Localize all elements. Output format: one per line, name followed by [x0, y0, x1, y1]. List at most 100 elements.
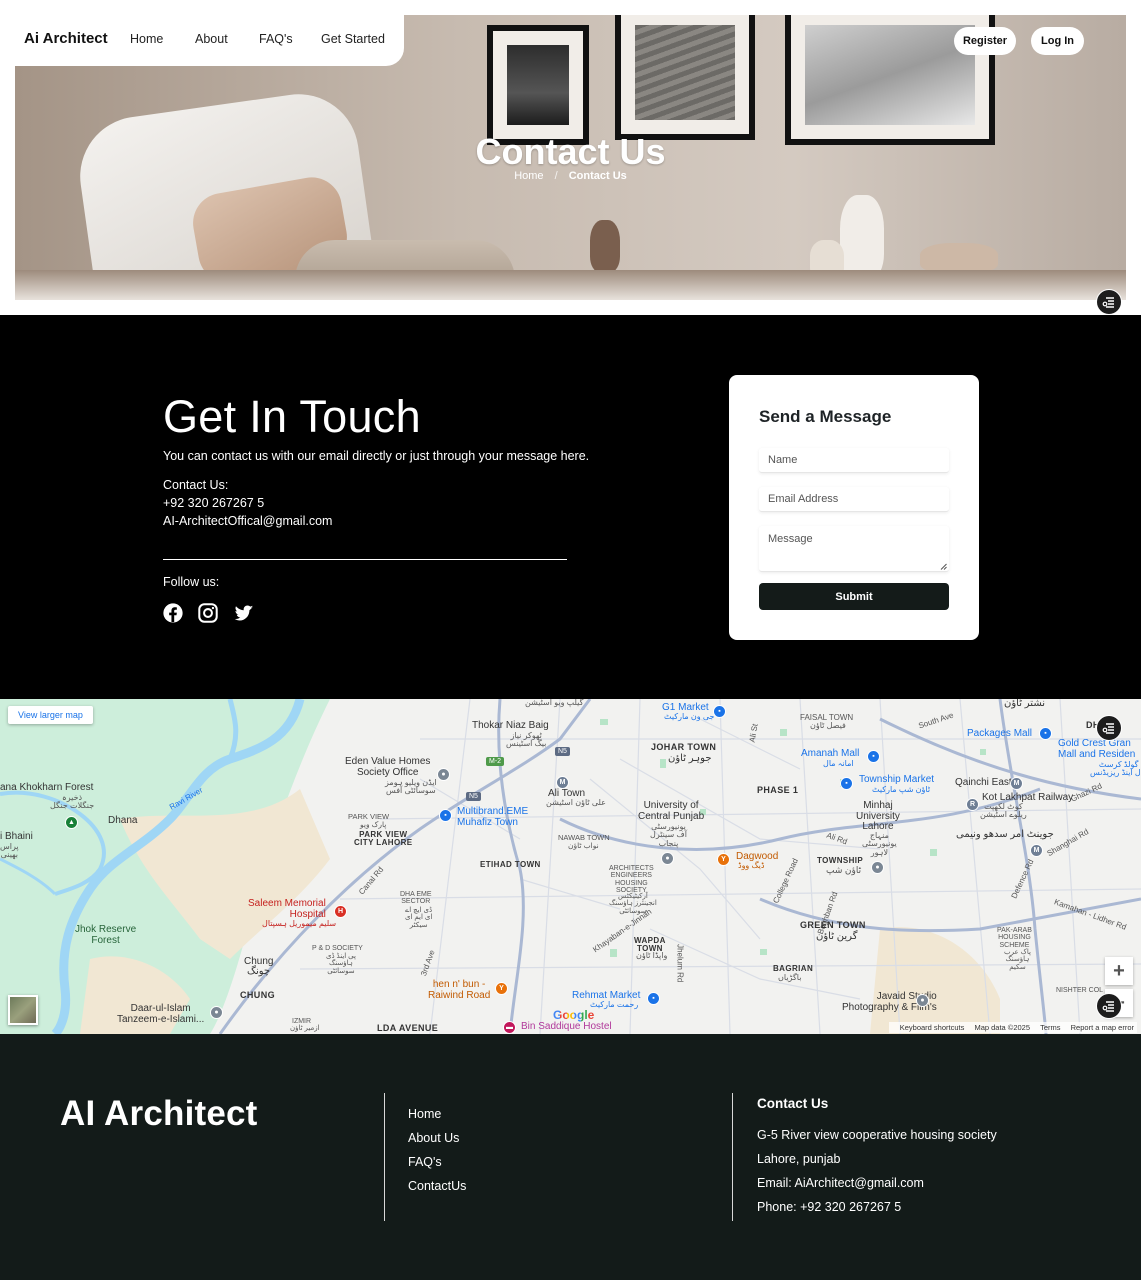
park-pin-icon[interactable]: ▲: [65, 816, 78, 829]
map-label: پراس بھینی: [0, 842, 19, 860]
report-error-link[interactable]: Report a map error: [1071, 1023, 1134, 1032]
settings-list-icon: [1102, 723, 1114, 734]
map-label: گولڈ کرسٹ مال اینڈ ریزیڈنس: [1090, 760, 1141, 778]
footer-link-faqs[interactable]: FAQ's: [408, 1155, 442, 1169]
satellite-layer-toggle[interactable]: [8, 995, 38, 1025]
map-label: LDA AVENUE: [377, 1023, 439, 1033]
map-tiles[interactable]: [0, 699, 1141, 1034]
map-label: امانہ مال: [823, 759, 854, 768]
settings-list-icon: [1102, 1001, 1114, 1012]
restaurant-pin-icon[interactable]: Y: [495, 982, 508, 995]
footer-link-about[interactable]: About Us: [408, 1131, 459, 1145]
mosque-pin-icon[interactable]: ●: [210, 1006, 223, 1019]
railway-station-icon[interactable]: R: [966, 798, 979, 811]
map-label: جوہر ٹاؤن: [668, 753, 712, 764]
map-label: باگڑیاں: [778, 973, 802, 982]
terms-link[interactable]: Terms: [1040, 1023, 1060, 1032]
place-pin-icon[interactable]: ●: [871, 861, 884, 874]
map-label: University of Central Punjab: [638, 800, 705, 822]
map-data-text: Map data ©2025: [974, 1023, 1031, 1032]
nav-faqs-link[interactable]: FAQ's: [259, 32, 293, 46]
map-label: i Bhaini: [0, 831, 33, 842]
map-label: ARCHITECTS ENGINEERS HOUSING SOCIETY: [609, 865, 654, 895]
map-label: NISHTER COL: [1056, 987, 1104, 994]
shopping-pin-icon[interactable]: ▪: [1039, 727, 1052, 740]
touch-subtitle: You can contact us with our email direct…: [163, 449, 590, 463]
footer-link-home[interactable]: Home: [408, 1107, 441, 1121]
map-label: ازمیر ٹاؤن: [290, 1025, 320, 1032]
map-label: Dhana: [108, 815, 138, 826]
map-label: ذخیرہ جنگلات جنگل: [50, 793, 95, 811]
shopping-pin-icon[interactable]: ▪: [867, 750, 880, 763]
shopping-pin-icon[interactable]: ▪: [439, 809, 452, 822]
instagram-icon[interactable]: [197, 602, 219, 624]
google-logo: Google: [553, 1008, 595, 1022]
hospital-pin-icon[interactable]: H: [334, 905, 347, 918]
shopping-pin-icon[interactable]: ▪: [713, 705, 726, 718]
submit-button[interactable]: Submit: [759, 583, 949, 610]
nav-about-link[interactable]: About: [195, 32, 228, 46]
map-label: Minhaj University Lahore: [856, 800, 900, 832]
footer-link-contact[interactable]: ContactUs: [408, 1179, 466, 1193]
message-field[interactable]: [759, 526, 949, 572]
register-button[interactable]: Register: [954, 27, 1016, 55]
floating-settings-button[interactable]: [1096, 715, 1122, 741]
zoom-in-button[interactable]: +: [1105, 957, 1133, 985]
map-label: Daar-ul-Islam Tanzeem-e-Islami...: [117, 1003, 205, 1025]
footer-email[interactable]: Email: AiArchitect@gmail.com: [757, 1176, 924, 1190]
hotel-pin-icon[interactable]: ▬: [503, 1021, 516, 1034]
map-label: Multibrand.EME Muhafiz Town: [457, 806, 529, 828]
view-larger-map-link[interactable]: View larger map: [8, 706, 93, 724]
map-label: Amanah Mall: [801, 748, 860, 759]
shopping-pin-icon[interactable]: ▪: [647, 992, 660, 1005]
map-label: hen n' bun - Raiwind Road: [428, 979, 491, 1001]
settings-list-icon: [1102, 297, 1114, 308]
wall-frame-1: [487, 25, 589, 145]
embedded-map[interactable]: View larger map Thokar Niaz Baig ٹھوکر ن…: [0, 699, 1141, 1034]
resize-handle-icon[interactable]: [940, 563, 947, 570]
navbar: Ai Architect Home About FAQ's Get Starte…: [15, 15, 404, 66]
map-label: جوینٹ امر سدھو ونیمی: [956, 829, 1054, 840]
map-label: PHASE 1: [757, 785, 799, 795]
restaurant-pin-icon[interactable]: Y: [717, 853, 730, 866]
map-label: JOHAR TOWN: [651, 742, 717, 752]
vase-image: [590, 220, 620, 272]
map-label: پارک ویو: [360, 820, 387, 829]
nav-home-link[interactable]: Home: [130, 32, 163, 46]
map-label: ٹاؤن شپ مارکیٹ: [872, 785, 931, 794]
metro-station-icon[interactable]: M: [1030, 844, 1043, 857]
email-field[interactable]: [759, 487, 949, 512]
twitter-icon[interactable]: [233, 602, 255, 624]
nav-get-started-link[interactable]: Get Started: [321, 32, 385, 46]
contact-email[interactable]: AI-ArchitectOffical@gmail.com: [163, 514, 332, 528]
facebook-icon[interactable]: [162, 602, 184, 624]
floating-settings-button[interactable]: [1096, 993, 1122, 1019]
photography-pin-icon[interactable]: ●: [916, 994, 929, 1007]
contact-phone[interactable]: +92 320 267267 5: [163, 496, 264, 510]
name-field[interactable]: [759, 448, 949, 473]
login-button[interactable]: Log In: [1031, 27, 1084, 55]
map-label: سلیم میموریل ہسپتال: [262, 919, 337, 928]
site-footer: AI Architect Home About Us FAQ's Contact…: [0, 1034, 1141, 1280]
map-label: Jhok Reserve Forest: [75, 924, 137, 946]
shopping-pin-icon[interactable]: ▪: [840, 777, 853, 790]
floor-image: [15, 270, 1126, 300]
floating-settings-button[interactable]: [1096, 289, 1122, 315]
keyboard-shortcuts-link[interactable]: Keyboard shortcuts: [900, 1023, 965, 1032]
map-label: Qainchi East: [955, 777, 1012, 788]
map-label: ٹھوکر نیاز بیگ اسٹینس: [506, 731, 547, 749]
metro-station-icon[interactable]: M: [556, 776, 569, 789]
breadcrumb-home[interactable]: Home: [514, 170, 543, 182]
follow-label: Follow us:: [163, 575, 220, 589]
university-pin-icon[interactable]: ●: [661, 852, 674, 865]
map-label: DHA EME SECTOR: [400, 891, 432, 906]
metro-station-icon[interactable]: M: [1010, 777, 1023, 790]
site-logo[interactable]: Ai Architect: [24, 30, 108, 47]
map-label: منہاج یونیورسٹی لاہور: [862, 831, 897, 857]
footer-phone[interactable]: Phone: +92 320 267267 5: [757, 1200, 901, 1214]
map-label: Township Market: [859, 774, 935, 785]
map-label: جی ون مارکیٹ: [664, 712, 715, 721]
map-label: پاک عرب ہاؤسنگ سکیم: [1004, 949, 1031, 971]
divider: [163, 559, 567, 560]
office-pin-icon[interactable]: ●: [437, 768, 450, 781]
